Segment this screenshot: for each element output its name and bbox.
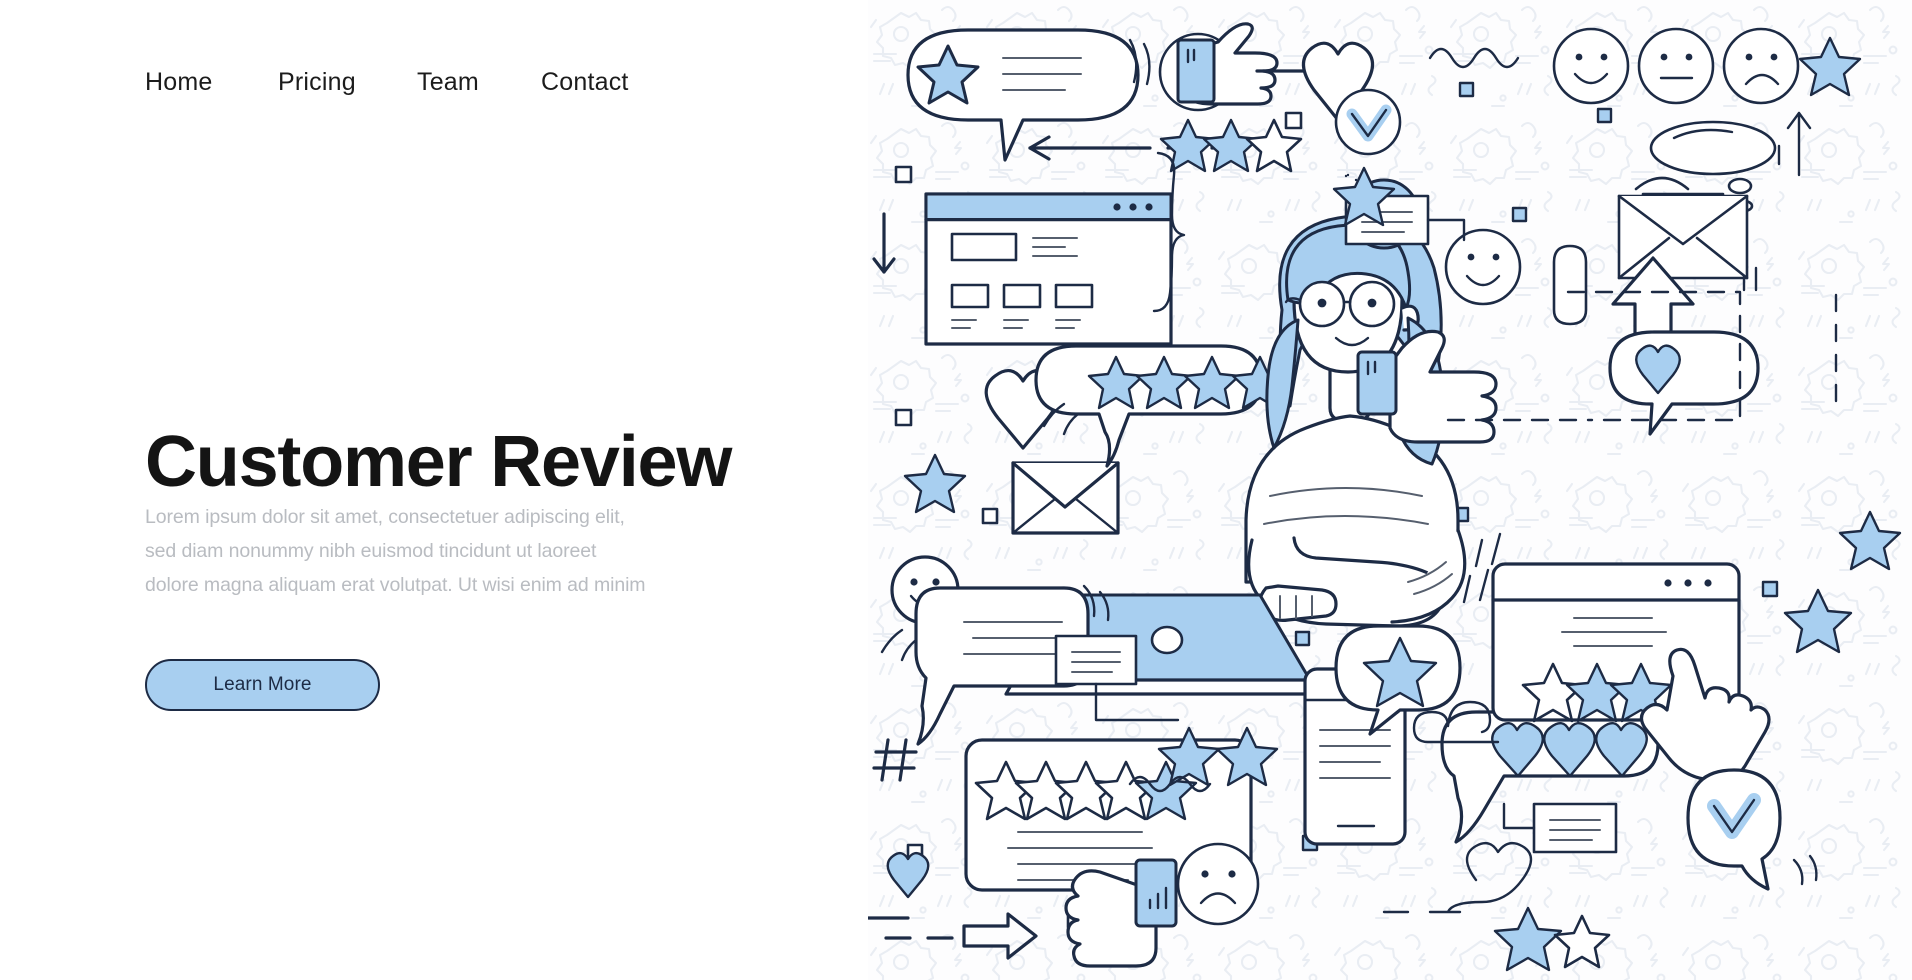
- landing-page: Home Pricing Team Contact Customer Revie…: [0, 0, 1912, 980]
- sad-face-icon-2: [1176, 842, 1260, 926]
- hero-description-line-2: sed diam nonummy nibh euismod tincidunt …: [145, 540, 597, 562]
- browser-window-wireframe: [924, 192, 1173, 346]
- exclamation-mark-icon: [1552, 244, 1588, 326]
- nav-item-pricing[interactable]: Pricing: [278, 68, 417, 97]
- nav-item-contact[interactable]: Contact: [541, 68, 629, 97]
- illustration-panel: .ln{fill:none;stroke:#1d2b45;stroke-widt…: [868, 0, 1912, 980]
- happy-face-icon: [1552, 27, 1630, 105]
- learn-more-button[interactable]: Learn More: [145, 659, 380, 711]
- page-title: Customer Review: [145, 422, 732, 503]
- hero-description: Lorem ipsum dolor sit amet, consectetuer…: [145, 500, 655, 602]
- neutral-face-icon-2: [1637, 27, 1715, 105]
- content-panel: Home Pricing Team Contact Customer Revie…: [0, 0, 868, 980]
- hero-description-line-3: dolore magna aliquam erat volutpat. Ut w…: [145, 574, 646, 596]
- nav-item-team[interactable]: Team: [417, 68, 541, 97]
- envelope-icon: [1011, 461, 1120, 535]
- hero-description-line-1: Lorem ipsum dolor sit amet, consectetuer…: [145, 506, 625, 528]
- learn-more-label: Learn More: [213, 674, 312, 695]
- sad-face-icon: [1722, 27, 1800, 105]
- smiley-face-icon: [1444, 228, 1522, 306]
- customer-review-illustration: .ln{fill:none;stroke:#1d2b45;stroke-widt…: [868, 0, 1912, 980]
- check-circle-icon: [1334, 88, 1402, 156]
- nav-item-home[interactable]: Home: [145, 68, 278, 97]
- main-navigation: Home Pricing Team Contact: [145, 68, 629, 97]
